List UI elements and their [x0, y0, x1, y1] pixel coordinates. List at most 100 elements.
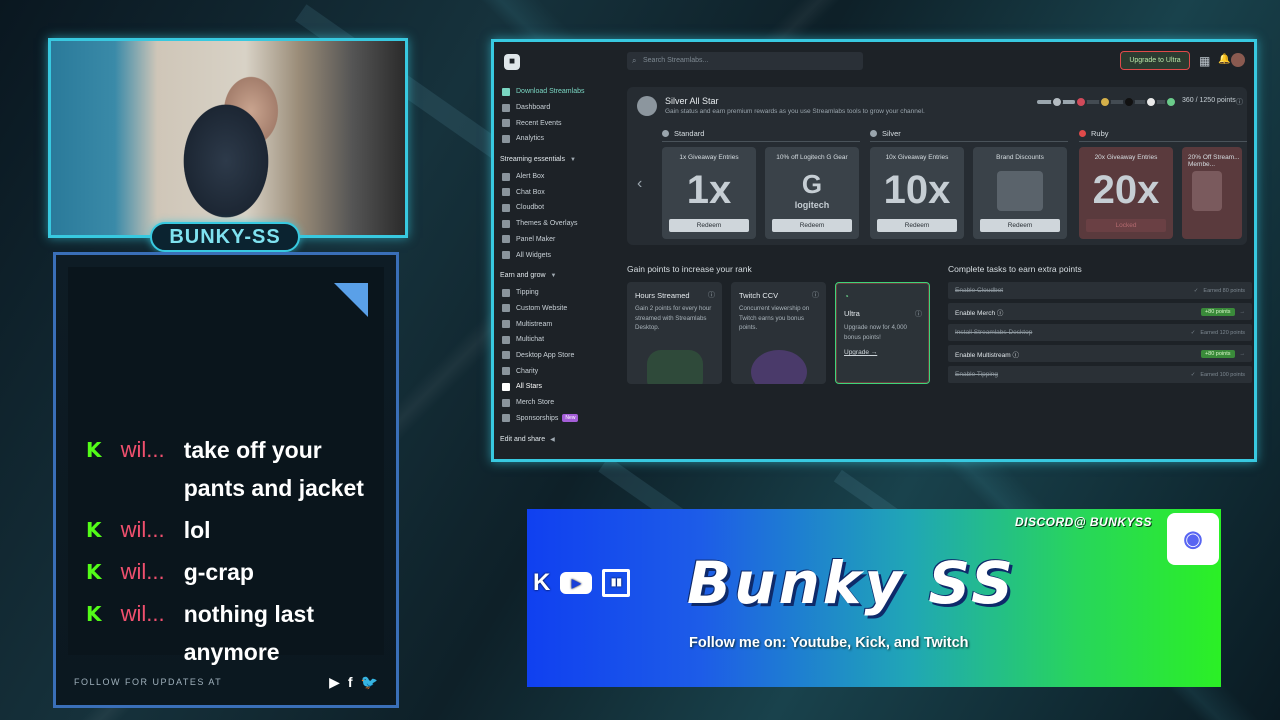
search-input[interactable]: ⌕ Search Streamlabs... — [627, 52, 863, 70]
kick-icon: K — [86, 602, 102, 626]
twitter-icon: 🐦 — [360, 673, 378, 690]
upgrade-ultra-button[interactable]: Upgrade to Ultra — [1120, 51, 1190, 70]
task-status: +80 points → — [1200, 349, 1246, 358]
download-icon — [502, 87, 510, 96]
task-label-wrap: Enable Merch ⓘ — [955, 307, 1003, 317]
sidebar-item-multichat[interactable]: Multichat — [500, 332, 610, 348]
chat-box: K wil... take off your pants and jacket … — [68, 267, 384, 665]
reward-title: 1x Giveaway Entries — [679, 154, 739, 161]
tier-divider — [662, 141, 860, 142]
avatar[interactable] — [1231, 53, 1245, 67]
sidebar-item-label: All Stars — [516, 383, 543, 391]
sidebar-item-label: Panel Maker — [516, 235, 556, 243]
sidebar-item-charity[interactable]: Charity — [500, 363, 610, 379]
sidebar-item-custom-website[interactable]: Custom Website — [500, 301, 610, 317]
bell-icon[interactable]: 🔔 — [1218, 54, 1230, 65]
check-icon: ✓ — [1193, 287, 1199, 294]
reward-title: 10x Giveaway Entries — [885, 154, 949, 161]
task-row: Enable Tipping ✓ Earned 100 points — [948, 366, 1252, 383]
social-banner: K ▶ ▮▮ Bunky SS Follow me on: Youtube, K… — [527, 509, 1221, 687]
tip-icon — [502, 288, 510, 297]
reward-title: Brand Discounts — [996, 154, 1044, 161]
apps-grid-icon[interactable]: ▦ — [1199, 54, 1210, 68]
sidebar-section-streaming[interactable]: Streaming essentials ▼ — [500, 151, 610, 169]
reward-card: 10% off Logitech G Gear logitech G Redee… — [765, 147, 859, 239]
tier-label: Standard — [674, 129, 705, 138]
sidebar-section-earn[interactable]: Earn and grow ▼ — [500, 267, 610, 285]
store-icon — [502, 351, 510, 360]
chevron-down-icon: ▼ — [550, 272, 557, 279]
sidebar-item-chat-box[interactable]: Chat Box — [500, 184, 610, 200]
list-icon — [502, 119, 510, 128]
redeem-button[interactable]: Redeem — [980, 219, 1060, 232]
upgrade-link[interactable]: Upgrade → — [844, 349, 877, 356]
sidebar-item-themes[interactable]: Themes & Overlays — [500, 216, 610, 232]
new-badge: New — [562, 414, 579, 423]
tier-dot-icon — [870, 130, 877, 137]
sidebar-item-alert-box[interactable]: Alert Box — [500, 169, 610, 185]
task-status-text: Earned 80 points — [1203, 287, 1245, 294]
multichat-icon — [502, 335, 510, 344]
eye-icon — [751, 350, 807, 384]
info-icon[interactable]: ⓘ — [812, 290, 819, 300]
streamlabs-logo[interactable]: ■ — [504, 54, 520, 70]
all-star-title: Silver All Star — [665, 96, 719, 106]
redeem-button[interactable]: Redeem — [772, 219, 852, 232]
chat-username: wil... — [120, 517, 165, 542]
sidebar-item-cloudbot[interactable]: Cloudbot — [500, 200, 610, 216]
sidebar-item-all-stars[interactable]: All Stars — [500, 379, 610, 395]
sidebar-item-panel-maker[interactable]: Panel Maker — [500, 232, 610, 248]
tier-ruby: Ruby — [1079, 129, 1109, 138]
info-icon[interactable]: ⓘ — [708, 290, 715, 300]
onyx-tier-icon — [1123, 96, 1135, 108]
sidebar-item-sponsorships[interactable]: Sponsorships New — [500, 410, 610, 426]
kick-icon: K — [86, 518, 102, 542]
rank-card-desc: Gain 2 points for every hour streamed wi… — [635, 305, 712, 332]
upgrade-link-label: Upgrade — [844, 349, 869, 356]
sidebar-item-dashboard[interactable]: Dashboard — [500, 100, 610, 116]
arrow-right-icon: → — [1239, 350, 1246, 357]
chat-message: K wil... lol — [86, 515, 374, 549]
sidebar-item-recent-events[interactable]: Recent Events — [500, 115, 610, 131]
logitech-icon: G — [801, 169, 823, 199]
sidebar-item-tipping[interactable]: Tipping — [500, 285, 610, 301]
task-row[interactable]: Enable Multistream ⓘ +80 points → — [948, 345, 1252, 362]
chat-message: K wil... take off your pants and jacket — [86, 435, 374, 507]
chat-text: take off your pants and jacket — [183, 437, 364, 501]
emerald-tier-icon — [1165, 96, 1177, 108]
rank-card-hours: Hours Streamed ⓘ Gain 2 points for every… — [627, 282, 722, 384]
rank-card-title: Hours Streamed — [635, 291, 690, 300]
sidebar-item-analytics[interactable]: Analytics — [500, 131, 610, 147]
task-label: Enable Tipping — [955, 371, 999, 378]
corner-decoration — [334, 283, 368, 317]
sidebar-item-all-widgets[interactable]: All Widgets — [500, 247, 610, 263]
sidebar-item-multistream[interactable]: Multistream — [500, 316, 610, 332]
kick-icon: K — [86, 560, 102, 584]
reward-card: Brand Discounts Redeem — [973, 147, 1067, 239]
task-row[interactable]: Enable Merch ⓘ +80 points → — [948, 303, 1252, 320]
info-icon[interactable]: ⓘ — [1236, 97, 1243, 107]
carousel-prev-icon[interactable]: ‹ — [637, 175, 642, 193]
sidebar-item-label: Charity — [516, 367, 539, 375]
chevron-down-icon: ▼ — [569, 156, 576, 163]
locked-button: Locked — [1086, 219, 1166, 232]
gain-points-title: Gain points to increase your rank — [627, 264, 752, 274]
all-star-panel: Silver All Star Gain status and earn pre… — [627, 87, 1247, 245]
chat-username: wil... — [120, 559, 165, 584]
sidebar-item-label: Sponsorships — [516, 414, 559, 422]
sidebar-item-app-store[interactable]: Desktop App Store — [500, 348, 610, 364]
rank-card-desc: Upgrade now for 4,000 bonus points! — [844, 324, 907, 341]
sidebar-item-label: Multistream — [516, 320, 553, 328]
task-label: Install Streamlabs Desktop — [955, 329, 1033, 336]
sidebar-section-edit[interactable]: Edit and share ◀ — [500, 430, 610, 448]
redeem-button[interactable]: Redeem — [877, 219, 957, 232]
follow-updates-text: FOLLOW FOR UPDATES AT — [74, 677, 223, 687]
ruby-tier-icon — [1075, 96, 1087, 108]
sidebar-item-merch-store[interactable]: Merch Store — [500, 395, 610, 411]
redeem-button[interactable]: Redeem — [669, 219, 749, 232]
discord-icon: ◉ — [1167, 513, 1219, 565]
sidebar-item-download[interactable]: Download Streamlabs — [500, 84, 610, 100]
webcam-video — [51, 41, 405, 235]
dashboard-icon — [502, 103, 510, 112]
info-icon[interactable]: ⓘ — [915, 309, 922, 319]
